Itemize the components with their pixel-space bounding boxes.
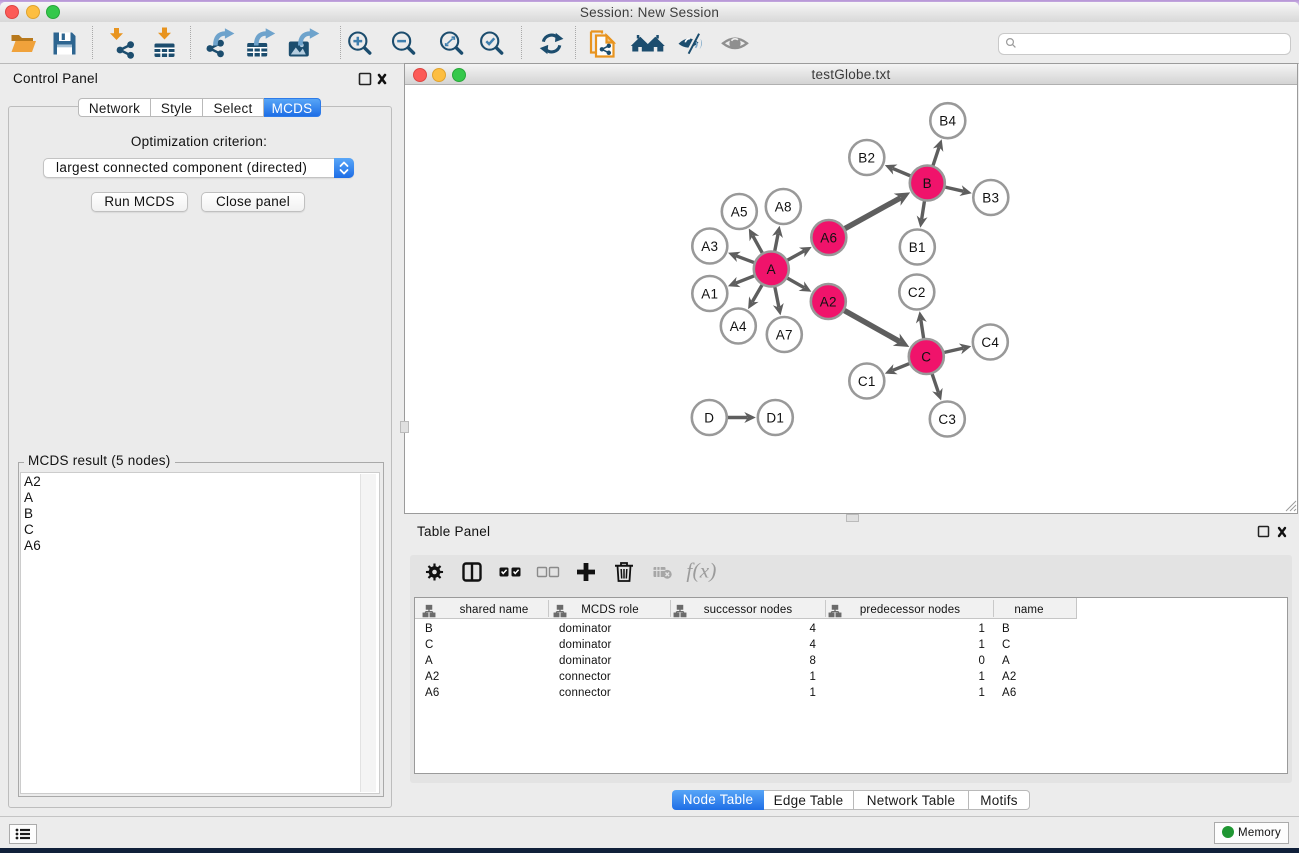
svg-text:C: C (921, 349, 931, 364)
svg-text:A4: A4 (730, 319, 747, 334)
svg-text:C4: C4 (981, 335, 999, 350)
svg-text:B2: B2 (858, 150, 875, 165)
svg-text:A: A (767, 262, 776, 277)
svg-text:f(x): f(x) (686, 559, 716, 583)
svg-text:A7: A7 (776, 327, 793, 342)
svg-text:A5: A5 (731, 204, 748, 219)
svg-text:C2: C2 (908, 285, 926, 300)
svg-text:A3: A3 (701, 239, 718, 254)
svg-text:A8: A8 (775, 199, 792, 214)
svg-text:D: D (704, 410, 714, 425)
svg-text:B: B (923, 176, 932, 191)
svg-text:B1: B1 (909, 240, 926, 255)
svg-text:A1: A1 (701, 286, 718, 301)
svg-text:A2: A2 (820, 294, 837, 309)
svg-text:B4: B4 (939, 114, 956, 129)
svg-text:B3: B3 (982, 190, 999, 205)
svg-text:C3: C3 (938, 412, 956, 427)
svg-text:A6: A6 (820, 230, 837, 245)
svg-text:D1: D1 (766, 410, 784, 425)
svg-text:C1: C1 (858, 374, 876, 389)
